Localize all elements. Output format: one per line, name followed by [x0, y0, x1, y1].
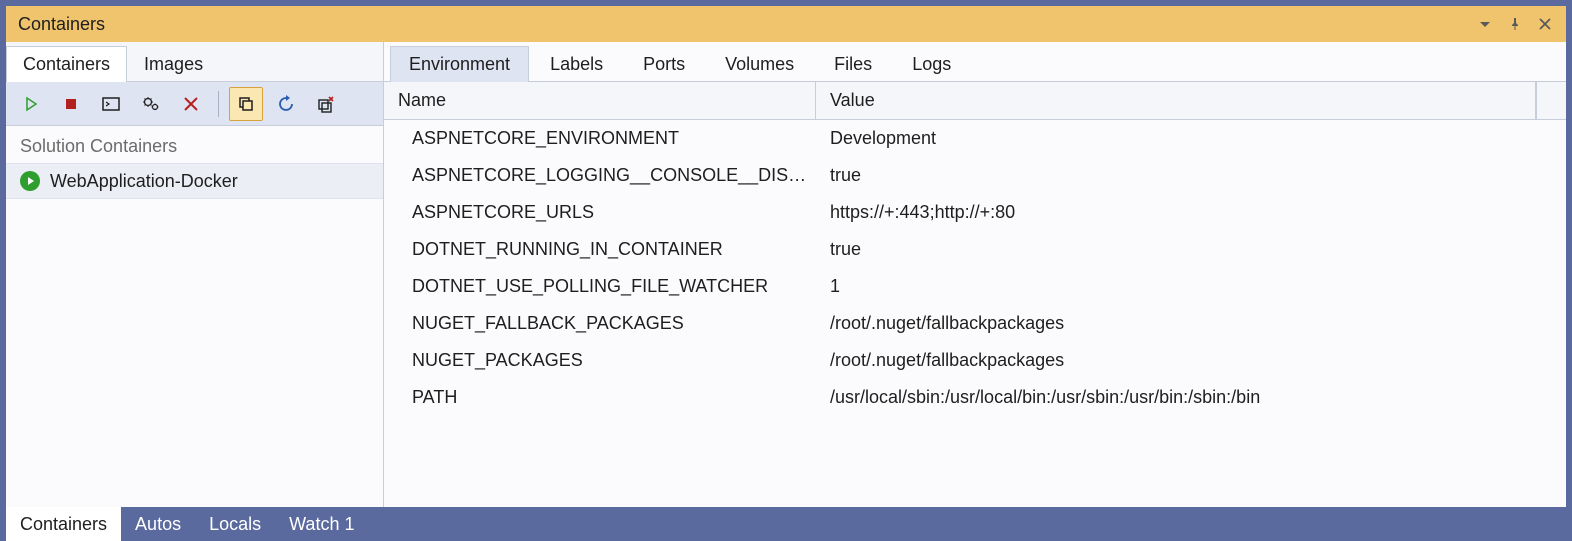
- main-tab-label: Environment: [409, 54, 510, 74]
- env-value: 1: [816, 276, 1566, 297]
- delete-button[interactable]: [174, 87, 208, 121]
- bottom-tab-watch1[interactable]: Watch 1: [275, 507, 368, 541]
- table-row[interactable]: DOTNET_RUNNING_IN_CONTAINERtrue: [384, 231, 1566, 268]
- column-header-name[interactable]: Name: [384, 82, 816, 119]
- main-area: Environment Labels Ports Volumes Files L…: [384, 42, 1566, 507]
- table-row[interactable]: NUGET_FALLBACK_PACKAGES/root/.nuget/fall…: [384, 305, 1566, 342]
- bottom-tab-label: Watch 1: [289, 514, 354, 535]
- window-title: Containers: [18, 14, 1466, 35]
- window-menu-dropdown-icon[interactable]: [1474, 13, 1496, 35]
- bottom-tab-autos[interactable]: Autos: [121, 507, 195, 541]
- tab-environment[interactable]: Environment: [390, 46, 529, 82]
- sidebar-toolbar: [6, 82, 383, 126]
- bottom-tab-label: Autos: [135, 514, 181, 535]
- env-value: true: [816, 165, 1566, 186]
- bottom-tab-containers[interactable]: Containers: [6, 507, 121, 541]
- env-name: PATH: [384, 387, 816, 408]
- tab-ports[interactable]: Ports: [624, 46, 704, 82]
- grid-header: Name Value: [384, 82, 1566, 120]
- containers-panel: Containers Containers Images: [6, 6, 1566, 541]
- column-header-value[interactable]: Value: [816, 82, 1536, 119]
- settings-button[interactable]: [134, 87, 168, 121]
- tab-labels[interactable]: Labels: [531, 46, 622, 82]
- running-icon: [20, 171, 40, 191]
- table-row[interactable]: ASPNETCORE_URLShttps://+:443;http://+:80: [384, 194, 1566, 231]
- main-tab-label: Volumes: [725, 54, 794, 74]
- env-value: https://+:443;http://+:80: [816, 202, 1566, 223]
- env-value: true: [816, 239, 1566, 260]
- sidebar: Containers Images: [6, 42, 384, 507]
- env-name: DOTNET_RUNNING_IN_CONTAINER: [384, 239, 816, 260]
- tab-volumes[interactable]: Volumes: [706, 46, 813, 82]
- deploy-button[interactable]: [309, 87, 343, 121]
- sidebar-tabs: Containers Images: [6, 42, 383, 82]
- column-header-spacer: [1536, 82, 1566, 119]
- env-value: Development: [816, 128, 1566, 149]
- table-row[interactable]: ASPNETCORE_ENVIRONMENTDevelopment: [384, 120, 1566, 157]
- bottom-tab-locals[interactable]: Locals: [195, 507, 275, 541]
- sidebar-tab-label: Containers: [23, 54, 110, 74]
- container-item[interactable]: WebApplication-Docker: [6, 163, 383, 199]
- env-value: /usr/local/sbin:/usr/local/bin:/usr/sbin…: [816, 387, 1566, 408]
- table-row[interactable]: NUGET_PACKAGES/root/.nuget/fallbackpacka…: [384, 342, 1566, 379]
- tab-files[interactable]: Files: [815, 46, 891, 82]
- refresh-button[interactable]: [269, 87, 303, 121]
- env-name: DOTNET_USE_POLLING_FILE_WATCHER: [384, 276, 816, 297]
- toolbar-separator: [218, 91, 219, 117]
- content-area: Containers Images: [6, 42, 1566, 507]
- main-tab-label: Files: [834, 54, 872, 74]
- bottom-tabs: Containers Autos Locals Watch 1: [6, 507, 1566, 541]
- env-name: ASPNETCORE_URLS: [384, 202, 816, 223]
- container-item-label: WebApplication-Docker: [50, 171, 238, 192]
- main-tab-label: Ports: [643, 54, 685, 74]
- bottom-tab-label: Locals: [209, 514, 261, 535]
- titlebar: Containers: [6, 6, 1566, 42]
- table-row[interactable]: DOTNET_USE_POLLING_FILE_WATCHER1: [384, 268, 1566, 305]
- sidebar-tab-label: Images: [144, 54, 203, 74]
- tab-logs[interactable]: Logs: [893, 46, 970, 82]
- bottom-tab-label: Containers: [20, 514, 107, 535]
- table-row[interactable]: ASPNETCORE_LOGGING__CONSOLE__DISABLECOLO…: [384, 157, 1566, 194]
- pin-icon[interactable]: [1504, 13, 1526, 35]
- env-value: /root/.nuget/fallbackpackages: [816, 350, 1566, 371]
- terminal-button[interactable]: [94, 87, 128, 121]
- env-value: /root/.nuget/fallbackpackages: [816, 313, 1566, 334]
- sidebar-tab-containers[interactable]: Containers: [6, 46, 127, 82]
- env-name: ASPNETCORE_ENVIRONMENT: [384, 128, 816, 149]
- sidebar-tab-images[interactable]: Images: [127, 46, 220, 82]
- main-tabs: Environment Labels Ports Volumes Files L…: [384, 42, 1566, 82]
- stop-button[interactable]: [54, 87, 88, 121]
- env-name: ASPNETCORE_LOGGING__CONSOLE__DISABLECOLO…: [384, 165, 816, 186]
- env-name: NUGET_FALLBACK_PACKAGES: [384, 313, 816, 334]
- table-row[interactable]: PATH/usr/local/sbin:/usr/local/bin:/usr/…: [384, 379, 1566, 416]
- main-tab-label: Labels: [550, 54, 603, 74]
- close-icon[interactable]: [1534, 13, 1556, 35]
- container-list: WebApplication-Docker: [6, 163, 383, 507]
- env-name: NUGET_PACKAGES: [384, 350, 816, 371]
- main-tab-label: Logs: [912, 54, 951, 74]
- grid-body: ASPNETCORE_ENVIRONMENTDevelopmentASPNETC…: [384, 120, 1566, 507]
- copy-button[interactable]: [229, 87, 263, 121]
- play-button[interactable]: [14, 87, 48, 121]
- sidebar-section-header: Solution Containers: [6, 126, 383, 163]
